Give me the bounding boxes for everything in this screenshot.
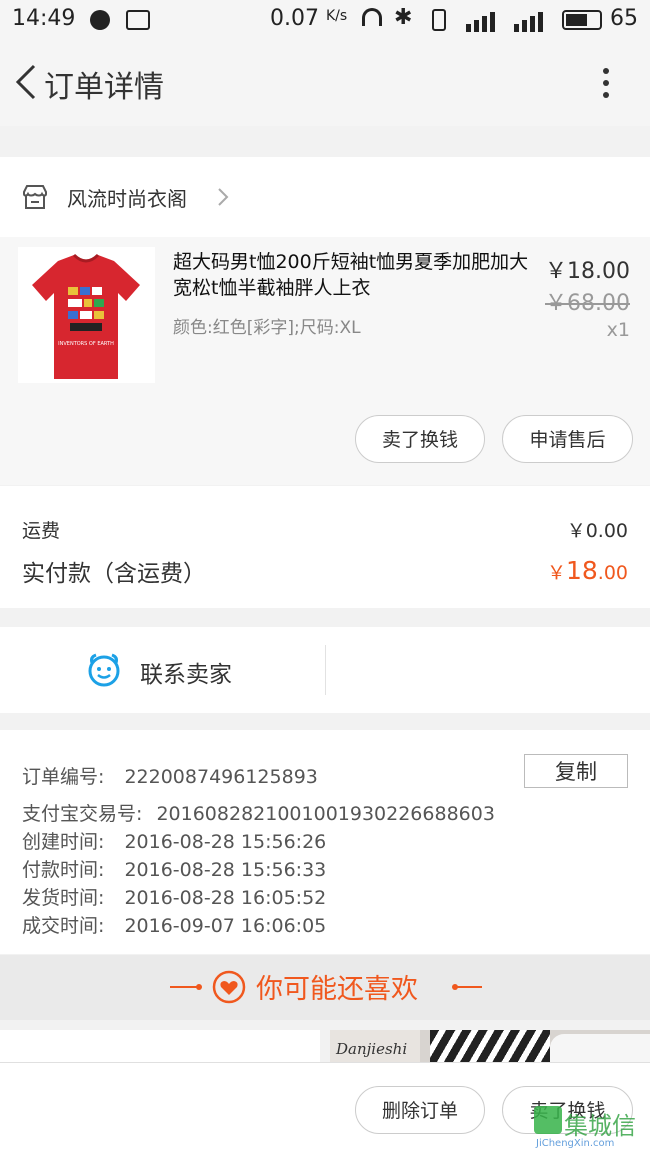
watermark-url: JiChengXin.com xyxy=(536,1138,615,1149)
alipay-label: 支付宝交易号: xyxy=(22,803,143,825)
thumb-brand-text: Danjieshi xyxy=(336,1040,408,1058)
signal-icon xyxy=(466,12,495,32)
status-time: 14:49 xyxy=(12,6,76,31)
product-original-price: ￥68.00 xyxy=(545,291,630,316)
net-speed-unit: K/s xyxy=(326,8,348,24)
paid-time: 2016-08-28 15:56:33 xyxy=(124,859,327,881)
order-info: 订单编号: 2220087496125893 复制 支付宝交易号: 201608… xyxy=(0,730,650,954)
recommend-thumb-1[interactable] xyxy=(0,1030,320,1062)
done-row: 成交时间: 2016-09-07 16:06:05 xyxy=(22,911,326,938)
paid-label: 实付款（含运费） xyxy=(22,561,206,587)
right-line xyxy=(456,986,482,988)
back-arrow-icon[interactable] xyxy=(10,62,46,102)
battery-level: 65 xyxy=(610,6,638,31)
contact-seller-label: 联系卖家 xyxy=(140,662,232,688)
watermark-logo-icon xyxy=(534,1106,562,1134)
left-dot xyxy=(196,984,202,990)
paid-time-label: 付款时间: xyxy=(22,859,105,881)
divider xyxy=(325,645,326,695)
shipped-label: 发货时间: xyxy=(22,887,105,909)
recommend-thumb-2[interactable]: Danjieshi xyxy=(330,1030,650,1062)
done-label: 成交时间: xyxy=(22,915,105,937)
product-attributes: 颜色:红色[彩字];尺码:XL xyxy=(173,318,361,338)
page-title: 订单详情 xyxy=(44,70,164,105)
heart-icon xyxy=(212,970,246,1004)
shipping-label: 运费 xyxy=(22,520,61,542)
vibrate-icon xyxy=(432,9,446,31)
product-image-caption: INVENTORS OF EARTH xyxy=(58,341,114,347)
battery-icon xyxy=(562,10,602,30)
delete-order-button[interactable]: 删除订单 xyxy=(355,1086,485,1134)
paid-decimal: .00 xyxy=(597,562,628,584)
status-bar: 14:49 0.07 K/s ✱ 65 xyxy=(0,0,650,42)
shop-header[interactable]: 风流时尚衣阁 xyxy=(0,157,650,237)
shipping-value: ￥0.00 xyxy=(566,520,628,542)
recommend-title: 你可能还喜欢 xyxy=(256,974,418,1005)
created-label: 创建时间: xyxy=(22,831,105,853)
order-number-label: 订单编号: xyxy=(22,766,105,788)
created-time: 2016-08-28 15:56:26 xyxy=(124,831,327,853)
product-price: ￥18.00 xyxy=(545,259,630,284)
paid-integer: 18 xyxy=(565,556,598,585)
signal-3g-icon xyxy=(514,12,543,32)
paid-amount: ￥18.00 xyxy=(547,556,628,585)
paid-row: 付款时间: 2016-08-28 15:56:33 xyxy=(22,855,326,882)
contact-section: 联系卖家 xyxy=(0,627,650,713)
store-icon xyxy=(23,185,47,209)
shipped-time: 2016-08-28 16:05:52 xyxy=(124,887,327,909)
order-number: 2220087496125893 xyxy=(124,766,318,788)
watermark: 集城信 JiChengXin.com xyxy=(534,1104,648,1154)
recommend-header: 你可能还喜欢 xyxy=(0,955,650,1020)
alipay-number: 2016082821001001930226688603 xyxy=(156,803,495,825)
chevron-right-icon xyxy=(218,188,229,206)
product-image[interactable]: INVENTORS OF EARTH xyxy=(18,247,155,383)
bluetooth-icon: ✱ xyxy=(394,5,413,30)
after-sales-button[interactable]: 申请售后 xyxy=(502,415,633,463)
product-title[interactable]: 超大码男t恤200斤短袖t恤男夏季加肥加大宽松t恤半截袖胖人上衣 xyxy=(173,249,533,301)
sell-button[interactable]: 卖了换钱 xyxy=(355,415,485,463)
shipped-row: 发货时间: 2016-08-28 16:05:52 xyxy=(22,883,326,910)
globe-icon xyxy=(90,10,110,30)
order-number-row: 订单编号: 2220087496125893 xyxy=(22,762,318,789)
alipay-row: 支付宝交易号: 2016082821001001930226688603 xyxy=(22,799,495,826)
net-speed: 0.07 xyxy=(270,6,319,31)
headphone-icon xyxy=(362,8,382,26)
paid-currency: ￥ xyxy=(546,562,566,584)
copy-button[interactable]: 复制 xyxy=(524,754,628,788)
watermark-brand: 集城信 xyxy=(564,1112,636,1140)
shop-name[interactable]: 风流时尚衣阁 xyxy=(67,183,187,212)
image-notification-icon xyxy=(126,10,150,30)
more-menu-icon[interactable] xyxy=(596,64,616,104)
chat-face-icon xyxy=(88,653,120,687)
created-row: 创建时间: 2016-08-28 15:56:26 xyxy=(22,827,326,854)
fee-summary: 运费 ￥0.00 实付款（含运费） ￥18.00 xyxy=(0,486,650,608)
contact-seller-button[interactable]: 联系卖家 xyxy=(0,627,325,713)
product-quantity: x1 xyxy=(606,319,630,341)
done-time: 2016-09-07 16:06:05 xyxy=(124,915,327,937)
app-bar: 订单详情 xyxy=(0,42,650,126)
product-item[interactable]: INVENTORS OF EARTH 超大码男t恤200斤短袖t恤男夏季加肥加大… xyxy=(0,237,650,485)
